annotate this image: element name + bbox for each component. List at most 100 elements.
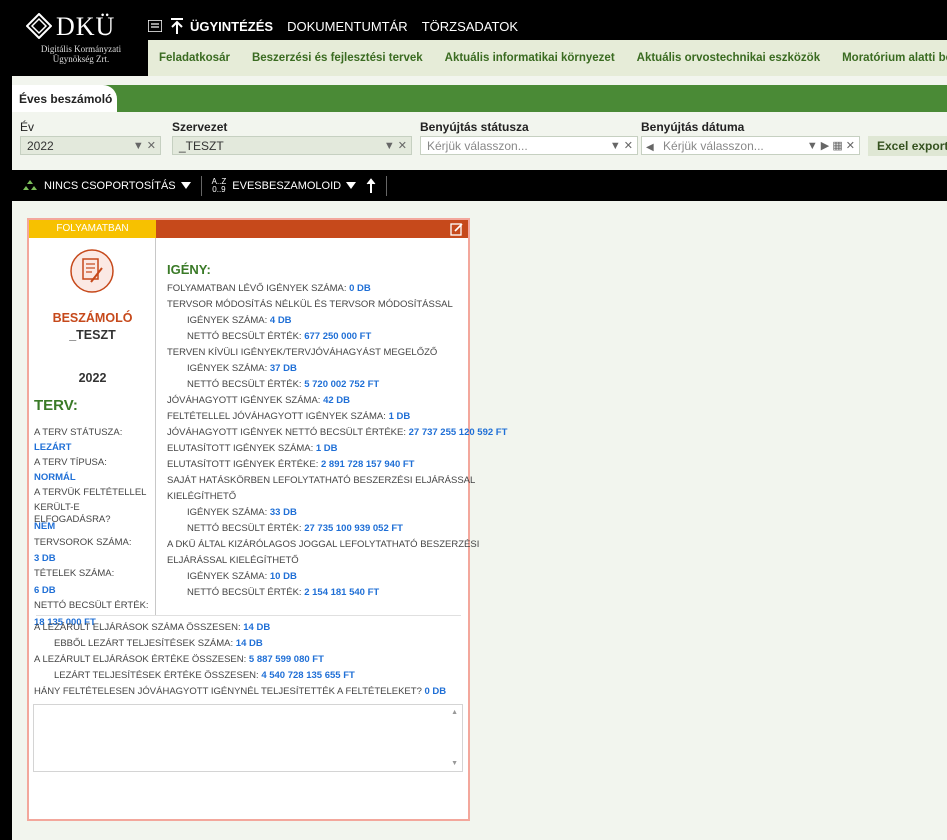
summary-line: ELUTASÍTOTT IGÉNYEK ÉRTÉKE: 2 891 728 15… (167, 457, 467, 473)
summary-line: A DKÜ ÁLTAL KIZÁRÓLAGOS JOGGAL LEFOLYTAT… (167, 537, 479, 553)
summary-label: TERVSOR MÓDOSÍTÁS NÉLKÜL ÉS TERVSOR MÓDO… (167, 299, 453, 310)
sort-dropdown[interactable]: A..Z 0..9 EVESBESZAMOLOID (211, 176, 376, 194)
subnav-feladatkosar[interactable]: Feladatkosár (148, 52, 241, 64)
terv-status-label: A TERV STÁTUSZA: (34, 427, 123, 438)
sub-nav: Feladatkosár Beszerzési és fejlesztési t… (148, 40, 947, 76)
arrow-up-bar-icon[interactable] (170, 18, 184, 34)
summary-label: NETTÓ BECSÜLT ÉRTÉK: (187, 523, 305, 534)
subnav-beszerzesi-tervek[interactable]: Beszerzési és fejlesztési tervek (241, 52, 434, 64)
summary-line: JÓVÁHAGYOTT IGÉNYEK NETTÓ BECSÜLT ÉRTÉKE… (167, 425, 507, 441)
card-plan-column: BESZÁMOLÓ _TESZT 2022 TERV: A TERV STÁTU… (29, 238, 156, 628)
summary-line: A LEZÁRULT ELJÁRÁSOK ÉRTÉKE ÖSSZESEN: 5 … (34, 652, 464, 668)
summary-line: HÁNY FELTÉTELESEN JÓVÁHAGYOTT IGÉNYNÉL T… (34, 684, 464, 700)
summary-label: EBBŐL LEZÁRT TELJESÍTÉSEK SZÁMA: (54, 638, 236, 649)
logo-text: DKÜ (56, 12, 116, 41)
summary-value: 33 DB (269, 507, 297, 518)
summary-label: IGÉNYEK SZÁMA: (187, 571, 270, 582)
dku-logo-icon (26, 13, 52, 39)
status-badge: FOLYAMATBAN (29, 220, 156, 238)
sort-az-icon: A..Z 0..9 (211, 176, 227, 194)
calendar-icon[interactable]: ▦ (832, 140, 842, 152)
nav-ugyintezes[interactable]: ÜGYINTÉZÉS (190, 19, 273, 34)
summary-label: JÓVÁHAGYOTT IGÉNYEK SZÁMA: (167, 395, 324, 406)
excel-export-button[interactable]: Excel export (868, 136, 947, 156)
igeny-lines: FOLYAMATBAN LÉVŐ IGÉNYEK SZÁMA: 0 DB TERV… (167, 281, 507, 601)
terv-items-label: TÉTELEK SZÁMA: (34, 568, 115, 579)
summary-value: 27 737 255 120 592 FT (408, 427, 508, 438)
summary-label: KIELÉGÍTHETŐ (167, 491, 237, 502)
terv-rows-value: 3 DB (34, 553, 56, 564)
summary-label: FOLYAMATBAN LÉVŐ IGÉNYEK SZÁMA: (167, 283, 350, 294)
sort-direction-icon[interactable] (366, 177, 376, 194)
summary-label: ELUTASÍTOTT IGÉNYEK SZÁMA: (167, 443, 316, 454)
edit-icon[interactable] (450, 222, 464, 236)
summary-label: A DKÜ ÁLTAL KIZÁRÓLAGOS JOGGAL LEFOLYTAT… (167, 539, 480, 550)
summary-line: EBBŐL LEZÁRT TELJESÍTÉSEK SZÁMA: 14 DB (34, 636, 464, 652)
tab-strip: Éves beszámoló (12, 85, 947, 112)
clear-icon[interactable]: ✕ (624, 140, 633, 152)
summary-label: TERVEN KÍVÜLI IGÉNYEK/TERVJÓVÁHAGYÁST ME… (167, 347, 438, 358)
card-status-bar: FOLYAMATBAN (29, 220, 468, 238)
logo-subtitle: Digitális Kormányzati Ügynökség Zrt. (40, 44, 122, 64)
summary-line: FELTÉTELLEL JÓVÁHAGYOTT IGÉNYEK SZÁMA: 1… (167, 409, 467, 425)
terv-type-label: A TERV TÍPUSA: (34, 457, 107, 468)
terv-conditional-value: NEM (34, 521, 56, 532)
summary-label: A LEZÁRULT ELJÁRÁSOK ÉRTÉKE ÖSSZESEN: (34, 654, 249, 665)
chevron-down-icon[interactable]: ▼ (133, 140, 144, 152)
tab-eves-beszamolo[interactable]: Éves beszámoló (12, 85, 117, 112)
summary-line: A LEZÁRULT ELJÁRÁSOK SZÁMA ÖSSZESEN: 14 … (34, 620, 464, 636)
chevron-down-icon[interactable]: ▼ (384, 140, 395, 152)
logo[interactable]: DKÜ Digitális Kormányzati Ügynökség Zrt. (26, 8, 146, 68)
date-select[interactable]: ◀ Kérjük válasszon... ▼ ▶ ▦ ✕ (641, 136, 860, 155)
subnav-informatikai-kornyezet[interactable]: Aktuális informatikai környezet (434, 52, 626, 64)
summary-line: SAJÁT HATÁSKÖRBEN LEFOLYTATHATÓ BESZERZÉ… (167, 473, 475, 489)
summary-label: SAJÁT HATÁSKÖRBEN LEFOLYTATHATÓ BESZERZÉ… (167, 475, 476, 486)
summary-label: JÓVÁHAGYOTT IGÉNYEK NETTÓ BECSÜLT ÉRTÉKE… (167, 427, 409, 438)
notes-textarea[interactable]: ▲ ▼ (33, 704, 463, 772)
subnav-orvostechnikai-eszkozok[interactable]: Aktuális orvostechnikai eszközök (626, 52, 831, 64)
chevron-left-icon[interactable]: ◀ (646, 142, 654, 153)
ev-select[interactable]: 2022 ▼ ✕ (20, 136, 161, 155)
summary-value: 14 DB (243, 622, 271, 633)
card-year: 2022 (78, 371, 107, 385)
chevron-down-icon (180, 182, 191, 189)
chevron-down-icon[interactable]: ▼ (610, 140, 621, 152)
group-icon (23, 179, 37, 190)
group-sort-bar: NINCS CSOPORTOSÍTÁS A..Z 0..9 EVESBESZAMO… (12, 170, 947, 201)
chevron-down-icon[interactable]: ▼ (807, 140, 818, 152)
summary-line: ELJÁRÁSSAL KIELÉGÍTHETŐ (167, 553, 467, 569)
app-header: DKÜ Digitális Kormányzati Ügynökség Zrt.… (12, 0, 947, 76)
summary-line: FOLYAMATBAN LÉVŐ IGÉNYEK SZÁMA: 0 DB (167, 281, 467, 297)
summary-value: 4 DB (269, 315, 292, 326)
report-document-icon (70, 249, 114, 293)
summary-label: IGÉNYEK SZÁMA: (187, 363, 270, 374)
szervezet-select[interactable]: _TESZT ▼ ✕ (172, 136, 412, 155)
nav-torzsadatok[interactable]: TÖRZSADATOK (422, 19, 518, 34)
summary-label: FELTÉTELLEL JÓVÁHAGYOTT IGÉNYEK SZÁMA: (167, 411, 389, 422)
summary-line: LEZÁRT TELJESÍTÉSEK ÉRTÉKE ÖSSZESEN: 4 5… (34, 668, 464, 684)
summary-label: A LEZÁRULT ELJÁRÁSOK SZÁMA ÖSSZESEN: (34, 622, 244, 633)
summary-line: NETTÓ BECSÜLT ÉRTÉK: 2 154 181 540 FT (167, 585, 467, 601)
list-icon[interactable] (148, 20, 162, 32)
summary-value: 2 154 181 540 FT (304, 587, 380, 598)
status-select[interactable]: Kérjük válasszon... ▼ ✕ (420, 136, 638, 155)
summary-line: IGÉNYEK SZÁMA: 37 DB (167, 361, 467, 377)
closed-procedures-summary: A LEZÁRULT ELJÁRÁSOK SZÁMA ÖSSZESEN: 14 … (34, 620, 464, 700)
summary-value: 5 720 002 752 FT (304, 379, 380, 390)
subnav-moratorium[interactable]: Moratórium alatti beszerzés (831, 52, 947, 64)
scroll-up-icon[interactable]: ▲ (451, 709, 458, 716)
grouping-dropdown[interactable]: NINCS CSOPORTOSÍTÁS (22, 179, 191, 193)
clear-icon[interactable]: ✕ (846, 140, 855, 152)
summary-value: 14 DB (235, 638, 263, 649)
summary-label: IGÉNYEK SZÁMA: (187, 507, 270, 518)
summary-value: 27 735 100 939 052 FT (304, 523, 403, 534)
chevron-right-icon[interactable]: ▶ (821, 140, 829, 152)
top-nav: ÜGYINTÉZÉS DOKUMENTUMTÁR TÖRZSADATOK (148, 16, 532, 36)
summary-line: IGÉNYEK SZÁMA: 33 DB (167, 505, 467, 521)
report-card[interactable]: FOLYAMATBAN BESZÁMOLÓ _TESZT 2022 TERV: … (27, 218, 507, 821)
scroll-down-icon[interactable]: ▼ (451, 760, 458, 767)
summary-label: NETTÓ BECSÜLT ÉRTÉK: (187, 587, 305, 598)
clear-icon[interactable]: ✕ (398, 140, 407, 152)
nav-dokumentumtar[interactable]: DOKUMENTUMTÁR (287, 19, 408, 34)
clear-icon[interactable]: ✕ (147, 140, 156, 152)
